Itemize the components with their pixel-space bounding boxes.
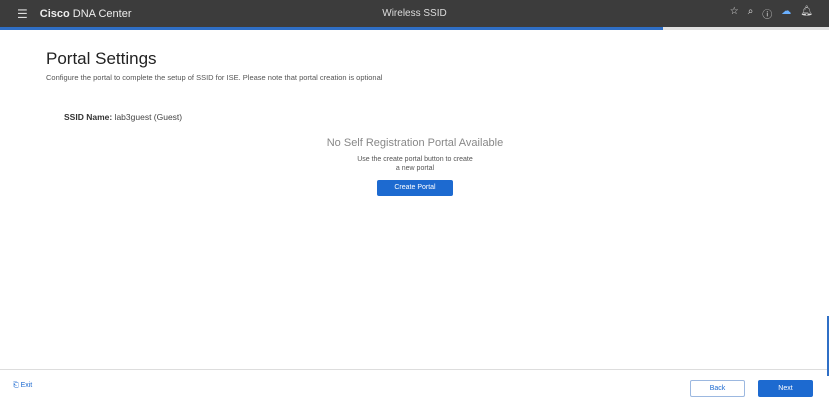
empty-title: No Self Registration Portal Available: [326, 137, 504, 149]
page-title: Portal Settings: [46, 49, 157, 68]
footer-divider: [0, 369, 829, 370]
top-nav-bar: ☰ Cisco DNA Center Wireless SSID ☆ ⌕ ⓘ ☁…: [0, 0, 829, 27]
create-portal-button[interactable]: Create Portal: [377, 180, 453, 196]
ssid-label: SSID Name:: [64, 112, 113, 122]
exit-button[interactable]: ⎗ Exit: [13, 382, 32, 390]
bell-icon[interactable]: 🔔︎: [800, 6, 813, 21]
help-icon[interactable]: ⓘ: [762, 6, 772, 21]
next-button[interactable]: Next: [758, 380, 813, 397]
progress-fill: [0, 27, 664, 30]
star-icon[interactable]: ☆: [730, 6, 739, 21]
empty-description: Use the create portal button to create a…: [357, 156, 473, 172]
exit-label: Exit: [20, 382, 33, 389]
brand-bold: Cisco: [39, 7, 70, 20]
page-subtitle: Configure the portal to complete the set…: [46, 73, 383, 82]
back-button[interactable]: Back: [690, 380, 745, 397]
empty-state: No Self Registration Portal Available Us…: [315, 137, 515, 196]
hamburger-menu-icon[interactable]: ☰: [17, 7, 28, 21]
search-icon[interactable]: ⌕: [748, 6, 754, 21]
ssid-value: lab3guest (Guest): [114, 112, 183, 122]
ssid-name: SSID Name: lab3guest (Guest): [64, 112, 182, 122]
brand[interactable]: Cisco DNA Center: [40, 8, 132, 20]
exit-icon: ⎗: [13, 382, 19, 389]
brand-name: DNA Center: [72, 7, 132, 20]
cloud-icon[interactable]: ☁: [781, 6, 791, 21]
progress-bar: [0, 27, 829, 30]
